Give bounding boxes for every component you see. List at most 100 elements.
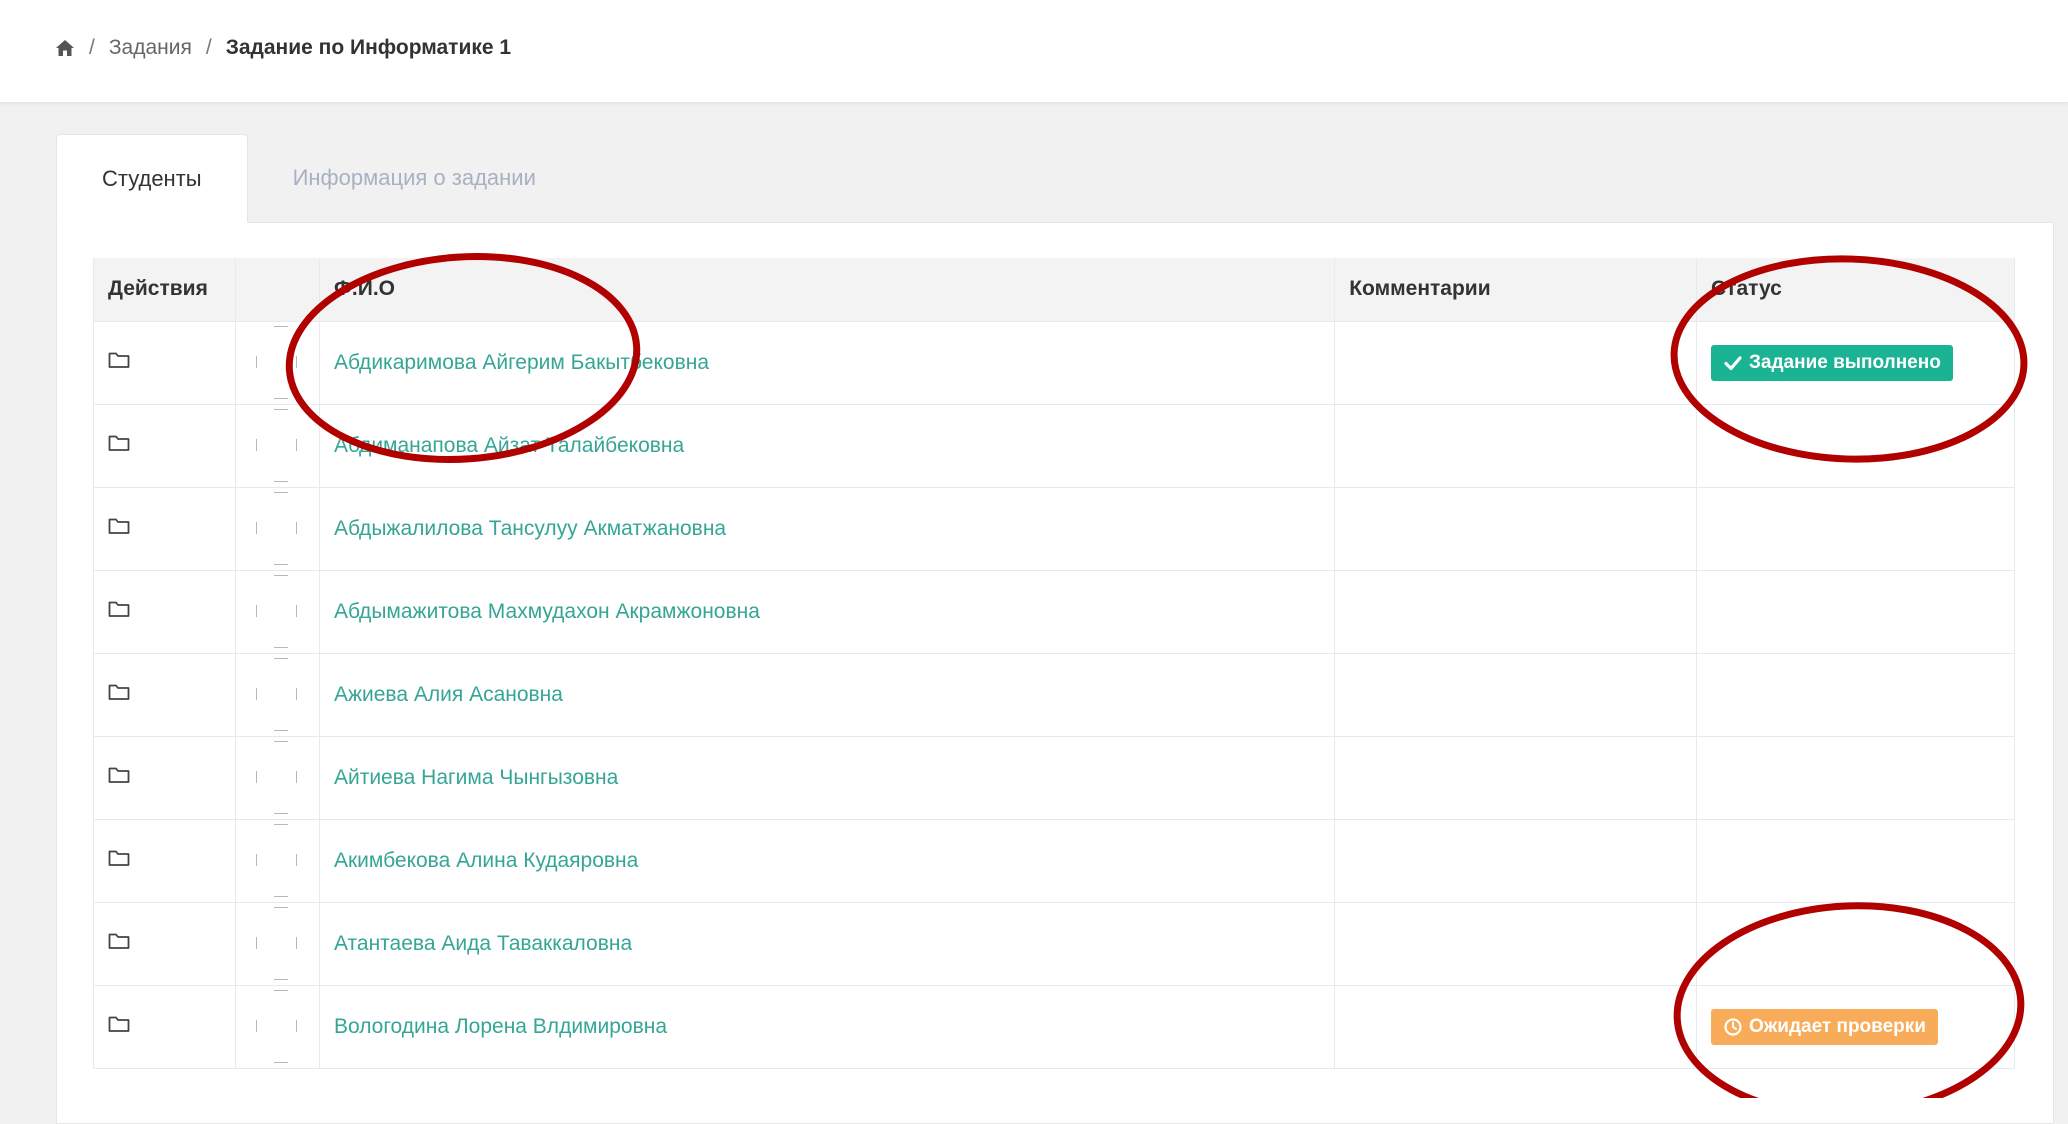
avatar: [252, 407, 302, 485]
status-badge-label: Задание выполнено: [1749, 351, 1941, 373]
name-cell: Вологодина Лорена Влдимировна: [318, 984, 1336, 1069]
status-cell: Задание выполнено: [1696, 320, 2015, 405]
folder-icon[interactable]: [108, 766, 130, 784]
breadcrumb-current: Задание по Информатике 1: [225, 36, 512, 59]
status-badge: Ожидает проверки: [1711, 1008, 1938, 1045]
header-actions: Действия: [93, 258, 236, 322]
table-row: Вологодина Лорена Влдимировна Ожидает про…: [93, 984, 2015, 1069]
breadcrumb-separator: /: [205, 36, 212, 59]
actions-cell: [93, 818, 236, 903]
tab-students[interactable]: Студенты: [56, 134, 248, 223]
actions-cell: [93, 320, 236, 405]
comment-cell: [1334, 652, 1698, 737]
table-header-row: Действия Ф.И.О Комментарии Статус: [93, 258, 2015, 322]
avatar: [252, 739, 302, 817]
avatar-cell: [234, 735, 320, 820]
avatar: [252, 905, 302, 983]
check-icon: [1724, 355, 1742, 370]
tabs: Студенты Информация о задании: [56, 134, 581, 223]
table-row: Айтиева Нагима Чынгызовна: [93, 735, 2015, 820]
comment-cell: [1334, 569, 1698, 654]
student-name-link[interactable]: Атантаева Аида Таваккаловна: [334, 932, 632, 955]
header-avatar: [235, 258, 320, 322]
comment-cell: [1334, 901, 1698, 986]
status-badge: Задание выполнено: [1711, 344, 1953, 381]
status-cell: [1696, 403, 2015, 488]
name-cell: Абдикаримова Айгерим Бакытбековна: [318, 320, 1336, 405]
folder-icon[interactable]: [108, 600, 130, 618]
avatar-cell: [234, 569, 320, 654]
student-name-link[interactable]: Акимбекова Алина Кудаяровна: [334, 849, 638, 872]
status-cell: [1696, 901, 2015, 986]
table-row: Ажиева Алия Асановна: [93, 652, 2015, 737]
folder-icon[interactable]: [108, 1015, 130, 1033]
header-comments: Комментарии: [1334, 258, 1698, 322]
student-name-link[interactable]: Айтиева Нагима Чынгызовна: [334, 766, 618, 789]
folder-icon[interactable]: [108, 517, 130, 535]
student-name-link[interactable]: Вологодина Лорена Влдимировна: [334, 1015, 667, 1038]
avatar-cell: [234, 652, 320, 737]
breadcrumb: / Задания / Задание по Информатике 1: [55, 33, 511, 63]
actions-cell: [93, 486, 236, 571]
comment-cell: [1334, 984, 1698, 1069]
name-cell: Абдымажитова Махмудахон Акрамжоновна: [318, 569, 1336, 654]
folder-icon[interactable]: [108, 434, 130, 452]
student-name-link[interactable]: Абдиманапова Айзат Талайбековна: [334, 434, 684, 457]
student-name-link[interactable]: Абдымажитова Махмудахон Акрамжоновна: [334, 600, 760, 623]
table-row: Атантаева Аида Таваккаловна: [93, 901, 2015, 986]
name-cell: Ажиева Алия Асановна: [318, 652, 1336, 737]
header-name[interactable]: Ф.И.О: [319, 258, 1336, 322]
folder-icon[interactable]: [108, 683, 130, 701]
students-table: Действия Ф.И.О Комментарии Статус Абдика…: [93, 258, 2015, 1069]
status-cell: [1696, 735, 2015, 820]
table-row: Абдымажитова Махмудахон Акрамжоновна: [93, 569, 2015, 654]
folder-icon[interactable]: [108, 932, 130, 950]
avatar-cell: [234, 984, 320, 1069]
comment-cell: [1334, 403, 1698, 488]
status-cell: [1696, 569, 2015, 654]
avatar: [252, 324, 302, 402]
actions-cell: [93, 569, 236, 654]
avatar-cell: [234, 901, 320, 986]
top-bar: / Задания / Задание по Информатике 1: [0, 0, 2068, 103]
avatar: [252, 822, 302, 900]
clock-icon: [1724, 1017, 1742, 1036]
student-name-link[interactable]: Абдыжалилова Тансулуу Акматжановна: [334, 517, 726, 540]
name-cell: Акимбекова Алина Кудаяровна: [318, 818, 1336, 903]
avatar: [252, 656, 302, 734]
actions-cell: [93, 735, 236, 820]
actions-cell: [93, 901, 236, 986]
avatar-cell: [234, 320, 320, 405]
table-row: Абдыжалилова Тансулуу Акматжановна: [93, 486, 2015, 571]
name-cell: Абдиманапова Айзат Талайбековна: [318, 403, 1336, 488]
avatar-cell: [234, 403, 320, 488]
student-name-link[interactable]: Ажиева Алия Асановна: [334, 683, 563, 706]
actions-cell: [93, 984, 236, 1069]
comment-cell: [1334, 320, 1698, 405]
avatar: [252, 490, 302, 568]
avatar: [252, 573, 302, 651]
name-cell: Айтиева Нагима Чынгызовна: [318, 735, 1336, 820]
student-name-link[interactable]: Абдикаримова Айгерим Бакытбековна: [334, 351, 709, 374]
folder-icon[interactable]: [108, 849, 130, 867]
home-icon[interactable]: [55, 38, 75, 58]
name-cell: Атантаева Аида Таваккаловна: [318, 901, 1336, 986]
table-row: Акимбекова Алина Кудаяровна: [93, 818, 2015, 903]
status-badge-label: Ожидает проверки: [1749, 1015, 1926, 1037]
header-status: Статус: [1696, 258, 2015, 322]
actions-cell: [93, 403, 236, 488]
table-row: Абдиманапова Айзат Талайбековна: [93, 403, 2015, 488]
status-cell: [1696, 486, 2015, 571]
table-row: Абдикаримова Айгерим Бакытбековна Задание…: [93, 320, 2015, 405]
breadcrumb-assignments-link[interactable]: Задания: [109, 36, 192, 60]
breadcrumb-separator: /: [89, 36, 95, 59]
name-cell: Абдыжалилова Тансулуу Акматжановна: [318, 486, 1336, 571]
avatar-cell: [234, 486, 320, 571]
actions-cell: [93, 652, 236, 737]
comment-cell: [1334, 486, 1698, 571]
folder-icon[interactable]: [108, 351, 130, 369]
comment-cell: [1334, 818, 1698, 903]
tab-assignment-info[interactable]: Информация о задании: [248, 134, 581, 222]
avatar: [252, 988, 302, 1066]
status-cell: Ожидает проверки: [1696, 984, 2015, 1069]
